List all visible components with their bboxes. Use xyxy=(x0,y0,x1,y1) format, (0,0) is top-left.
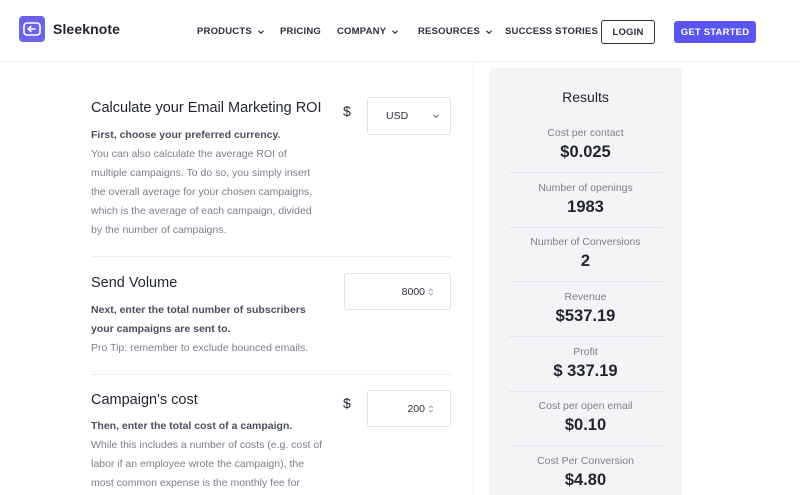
nav-products[interactable]: PRODUCTS xyxy=(197,26,265,37)
nav-company-label: COMPANY xyxy=(337,26,387,37)
result-label: Number of openings xyxy=(538,182,633,194)
roi-description: First, choose your preferred currency. Y… xyxy=(91,126,331,240)
result-value: $537.19 xyxy=(555,307,616,325)
currency-symbol: $ xyxy=(343,103,351,119)
nav-pricing-label: PRICING xyxy=(280,26,321,37)
roi-desc-line: which is the average of each campaign, d… xyxy=(91,205,312,217)
nav-resources-label: RESOURCES xyxy=(418,26,480,37)
result-value: 2 xyxy=(580,252,591,270)
section-divider xyxy=(91,374,451,375)
send-volume-lead-line: your campaigns are sent to. xyxy=(91,323,231,335)
roi-lead-text: First, choose your preferred currency. xyxy=(91,129,281,141)
result-label: Revenue xyxy=(564,291,607,303)
campaign-cost-description: Then, enter the total cost of a campaign… xyxy=(91,417,341,493)
result-label: Cost per open email xyxy=(538,400,633,412)
results-title: Results xyxy=(562,89,609,105)
send-volume-lead-line: Next, enter the total number of subscrib… xyxy=(91,304,306,316)
result-label: Profit xyxy=(573,346,598,358)
chevron-down-icon xyxy=(392,29,399,34)
send-volume-description: Next, enter the total number of subscrib… xyxy=(91,301,331,358)
top-navigation-bar: Sleeknote PRODUCTS PRICING COMPANY RESOU… xyxy=(0,0,800,62)
results-panel: Results Cost per contact $0.025 Number o… xyxy=(489,68,682,495)
result-value: 1983 xyxy=(567,198,604,216)
result-value: $4.80 xyxy=(564,471,607,489)
column-divider xyxy=(473,62,474,495)
send-volume-input[interactable]: 8000 xyxy=(344,273,451,310)
brand-name: Sleeknote xyxy=(53,21,121,37)
roi-desc-line: the overall average for your chosen camp… xyxy=(91,186,313,198)
chevron-down-icon xyxy=(433,114,439,119)
section-divider xyxy=(91,256,451,257)
currency-select[interactable]: USD xyxy=(367,97,451,135)
get-started-button[interactable]: GET STARTED xyxy=(674,21,756,43)
currency-select-value: USD xyxy=(386,110,409,122)
roi-section-title: Calculate your Email Marketing ROI xyxy=(91,100,322,116)
login-button[interactable]: LOGIN xyxy=(601,20,655,44)
nav-resources[interactable]: RESOURCES xyxy=(418,26,493,37)
campaign-cost-value: 200 xyxy=(407,402,425,415)
send-volume-title: Send Volume xyxy=(91,275,178,291)
roi-desc-line: multiple campaigns. To do so, you simply… xyxy=(91,167,311,179)
result-divider xyxy=(509,281,662,282)
number-spinner-icon[interactable] xyxy=(428,404,434,414)
result-value: $0.025 xyxy=(560,143,611,161)
nav-products-label: PRODUCTS xyxy=(197,26,252,37)
result-divider xyxy=(509,391,662,392)
send-volume-tip: Pro Tip: remember to exclude bounced ema… xyxy=(91,342,309,354)
result-value: $0.10 xyxy=(564,416,607,434)
brand-logo[interactable]: Sleeknote xyxy=(19,16,120,42)
campaign-cost-desc-line: While this includes a number of costs (e… xyxy=(91,439,323,451)
number-spinner-icon[interactable] xyxy=(428,287,434,297)
nav-pricing[interactable]: PRICING xyxy=(280,26,321,37)
send-volume-value: 8000 xyxy=(401,285,425,298)
roi-desc-line: You can also calculate the average ROI o… xyxy=(91,148,287,160)
campaign-cost-title: Campaign's cost xyxy=(91,392,198,408)
result-divider xyxy=(509,445,662,446)
result-divider xyxy=(509,336,662,337)
result-divider xyxy=(509,227,662,228)
result-label: Cost per contact xyxy=(547,127,624,139)
campaign-cost-input[interactable]: 200 xyxy=(367,390,451,427)
nav-success-stories[interactable]: SUCCESS STORIES xyxy=(505,26,598,37)
chevron-down-icon xyxy=(486,29,492,34)
nav-success-stories-label: SUCCESS STORIES xyxy=(505,26,599,37)
result-label: Number of Conversions xyxy=(530,236,641,248)
roi-desc-line: by the number of campaigns. xyxy=(91,224,227,236)
campaign-cost-desc-line: most common expense is the monthly fee f… xyxy=(91,477,300,489)
campaign-cost-desc-line: labor if an employee wrote the campaign)… xyxy=(91,458,305,470)
result-label: Cost Per Conversion xyxy=(537,455,634,467)
campaign-cost-lead: Then, enter the total cost of a campaign… xyxy=(91,420,293,432)
nav-company[interactable]: COMPANY xyxy=(337,26,399,37)
result-value: $ 337.19 xyxy=(553,362,618,380)
sleeknote-logo-icon xyxy=(19,16,45,42)
cost-currency-symbol: $ xyxy=(343,395,351,411)
chevron-down-icon xyxy=(257,29,264,34)
result-divider xyxy=(509,172,662,173)
